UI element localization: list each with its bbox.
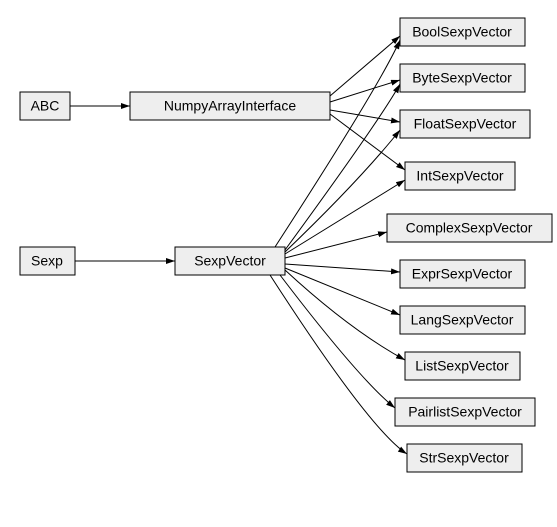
node-int: IntSexpVector — [405, 162, 515, 190]
label-abc: ABC — [31, 98, 60, 114]
node-bool: BoolSexpVector — [400, 18, 525, 46]
edge-sv-str — [270, 275, 407, 454]
edge-sv-float — [285, 130, 400, 252]
node-pairlist: PairlistSexpVector — [395, 398, 535, 426]
label-list: ListSexpVector — [415, 358, 509, 374]
label-lang: LangSexpVector — [411, 312, 514, 328]
label-byte: ByteSexpVector — [412, 70, 512, 86]
node-lang: LangSexpVector — [400, 306, 525, 334]
edge-sv-expr — [285, 264, 400, 272]
label-complex: ComplexSexpVector — [406, 220, 533, 236]
label-sexp: Sexp — [31, 253, 63, 269]
node-sexpvector: SexpVector — [175, 247, 285, 275]
class-hierarchy-diagram: ABC NumpyArrayInterface Sexp SexpVector … — [10, 10, 557, 517]
node-abc: ABC — [20, 92, 70, 120]
node-byte: ByteSexpVector — [400, 64, 525, 92]
edge-sv-list — [285, 270, 405, 360]
node-numpy: NumpyArrayInterface — [130, 92, 330, 120]
label-str: StrSexpVector — [419, 450, 509, 466]
edge-sv-lang — [285, 268, 400, 315]
node-expr: ExprSexpVector — [400, 260, 525, 288]
edge-numpy-float — [330, 110, 400, 122]
edge-sv-pairlist — [280, 275, 395, 408]
label-int: IntSexpVector — [416, 168, 504, 184]
label-sexpvector: SexpVector — [194, 253, 266, 269]
node-str: StrSexpVector — [407, 444, 522, 472]
node-float: FloatSexpVector — [400, 110, 530, 138]
label-pairlist: PairlistSexpVector — [408, 404, 522, 420]
node-complex: ComplexSexpVector — [387, 214, 552, 242]
edge-numpy-bool — [330, 36, 400, 96]
node-sexp: Sexp — [20, 247, 75, 275]
label-bool: BoolSexpVector — [412, 24, 512, 40]
edge-numpy-byte — [330, 80, 400, 102]
label-float: FloatSexpVector — [414, 116, 517, 132]
node-list: ListSexpVector — [405, 352, 520, 380]
label-expr: ExprSexpVector — [412, 266, 513, 282]
edge-sv-bool — [275, 40, 400, 247]
label-numpy: NumpyArrayInterface — [164, 98, 296, 114]
